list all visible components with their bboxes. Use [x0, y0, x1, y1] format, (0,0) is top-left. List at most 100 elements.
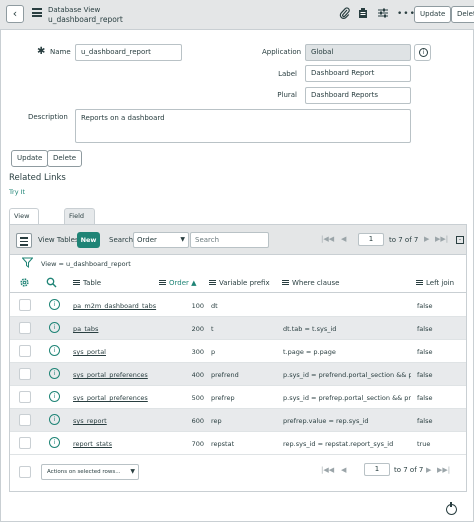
- table-cell-where: rep.sys_id = repstat.report_sys_id: [283, 440, 394, 448]
- form-header: ‹ Database View u_dashboard_report ••• U…: [0, 0, 474, 30]
- first-page-icon[interactable]: |◀◀: [321, 466, 334, 474]
- last-page-icon[interactable]: ▶▶|: [437, 466, 450, 474]
- table-row[interactable]: i sys_report 600 rep prefrep.value = rep…: [10, 409, 466, 432]
- application-info-button[interactable]: i: [414, 44, 431, 61]
- record-name: u_dashboard_report: [48, 15, 123, 24]
- column-menu-icon: [73, 279, 80, 287]
- column-header-row: Table Order ▲ Variable prefix Where clau…: [10, 273, 466, 293]
- tab-field-labels[interactable]: Field Labels (1): [64, 208, 95, 250]
- collapse-icon[interactable]: -: [456, 236, 464, 244]
- next-page-icon[interactable]: ▶: [424, 235, 429, 243]
- header-update-button[interactable]: Update: [414, 6, 452, 23]
- personalize-icon[interactable]: [377, 7, 389, 23]
- search-field-select[interactable]: Order ▼: [133, 232, 189, 248]
- activity-stream-icon[interactable]: [358, 7, 369, 23]
- paperclip-icon[interactable]: [339, 7, 350, 23]
- preview-info-icon[interactable]: i: [49, 299, 60, 310]
- list-menu-button[interactable]: [16, 233, 32, 248]
- breadcrumb[interactable]: View = u_dashboard_report: [41, 260, 131, 268]
- column-menu-icon: [209, 279, 216, 287]
- column-where-clause-label: Where clause: [292, 279, 340, 287]
- last-page-icon[interactable]: ▶▶|: [435, 235, 448, 243]
- table-cell-prefix: t: [211, 325, 214, 333]
- table-cell-prefix: dt: [211, 302, 218, 310]
- search-field-value: Order: [137, 236, 157, 244]
- personalize-columns-gear-icon[interactable]: [19, 277, 30, 290]
- table-row[interactable]: i report_stats 700 repstat rep.sys_id = …: [10, 432, 466, 455]
- header-delete-button[interactable]: Delete: [451, 6, 474, 23]
- first-page-icon[interactable]: |◀◀: [321, 235, 334, 243]
- back-button[interactable]: ‹: [6, 5, 24, 23]
- row-checkbox[interactable]: [19, 391, 31, 403]
- row-checkbox[interactable]: [19, 299, 31, 311]
- row-checkbox[interactable]: [19, 414, 31, 426]
- column-table[interactable]: Table: [73, 279, 101, 287]
- name-field[interactable]: u_dashboard_report: [75, 44, 182, 61]
- page-input[interactable]: 1: [358, 233, 384, 246]
- table-row[interactable]: i pa_m2m_dashboard_tabs 100 dt false: [10, 294, 466, 317]
- chevron-down-icon: ▼: [180, 236, 185, 243]
- table-cell-left-join: false: [417, 348, 433, 356]
- column-variable-prefix-label: Variable prefix: [219, 279, 270, 287]
- plural-label: Plural: [277, 91, 297, 99]
- preview-info-icon[interactable]: i: [49, 414, 60, 425]
- response-time-icon[interactable]: [446, 502, 457, 515]
- footer-page-range-text: to 7 of 7: [394, 466, 424, 474]
- chevron-left-icon: ‹: [12, 7, 18, 20]
- try-it-link[interactable]: Try It: [9, 188, 25, 196]
- new-button[interactable]: New: [77, 232, 100, 248]
- related-links-title: Related Links: [9, 173, 66, 183]
- preview-info-icon[interactable]: i: [49, 345, 60, 356]
- table-cell-prefix: rep: [211, 417, 222, 425]
- footer-page-input[interactable]: 1: [364, 463, 390, 476]
- update-button[interactable]: Update: [11, 150, 49, 167]
- view-tables-list: View Tables New Search Order ▼ Search |◀◀…: [9, 224, 467, 492]
- preview-info-icon[interactable]: i: [49, 437, 60, 448]
- table-cell-order: 500: [191, 394, 204, 402]
- column-variable-prefix[interactable]: Variable prefix: [209, 279, 270, 287]
- preview-info-icon[interactable]: i: [49, 322, 60, 333]
- plural-field[interactable]: Dashboard Reports: [305, 87, 411, 104]
- table-cell-prefix: prefrep: [211, 394, 235, 402]
- select-all-checkbox[interactable]: [19, 466, 31, 478]
- table-cell-order: 400: [191, 371, 204, 379]
- filter-icon[interactable]: [21, 257, 34, 270]
- row-checkbox[interactable]: [19, 437, 31, 449]
- column-left-join[interactable]: Left join: [416, 279, 454, 287]
- description-field[interactable]: Reports on a dashboard: [75, 109, 411, 143]
- previous-page-icon[interactable]: ◀: [341, 466, 346, 474]
- table-cell-prefix: p: [211, 348, 216, 356]
- delete-button[interactable]: Delete: [47, 150, 82, 167]
- search-input[interactable]: Search: [190, 232, 269, 248]
- next-page-icon[interactable]: ▶: [426, 466, 431, 474]
- label-field[interactable]: Dashboard Report: [305, 65, 411, 82]
- column-menu-icon: [159, 279, 166, 287]
- preview-info-icon[interactable]: i: [49, 391, 60, 402]
- preview-info-icon[interactable]: i: [49, 368, 60, 379]
- search-icon[interactable]: [46, 277, 57, 290]
- list-footer: Actions on selected rows... ▼ |◀◀ ◀ 1 to …: [10, 461, 466, 489]
- table-row[interactable]: i sys_portal_preferences 500 prefrep p.s…: [10, 386, 466, 409]
- actions-select[interactable]: Actions on selected rows... ▼: [41, 464, 139, 480]
- table-row[interactable]: i sys_portal_preferences 400 prefrend p.…: [10, 363, 466, 386]
- header-title: Database View u_dashboard_report: [48, 5, 123, 25]
- column-where-clause[interactable]: Where clause: [282, 279, 339, 287]
- previous-page-icon[interactable]: ◀: [341, 235, 346, 243]
- table-row[interactable]: i sys_portal 300 p t.page = p.page false: [10, 340, 466, 363]
- actions-label: Actions on selected rows...: [47, 469, 121, 475]
- tab-view-tables[interactable]: View Tables (7): [9, 208, 40, 250]
- table-cell-where: t.page = p.page: [283, 348, 336, 356]
- table-cell-left-join: true: [417, 440, 431, 448]
- table-row[interactable]: i pa_tabs 200 t dt.tab = t.sys_id false: [10, 317, 466, 340]
- column-order[interactable]: Order ▲: [159, 279, 197, 287]
- application-field: Global: [305, 44, 411, 61]
- row-checkbox[interactable]: [19, 345, 31, 357]
- row-checkbox[interactable]: [19, 368, 31, 380]
- table-cell-prefix: prefrend: [211, 371, 239, 379]
- column-order-label: Order: [169, 279, 189, 287]
- table-cell-order: 200: [191, 325, 204, 333]
- row-checkbox[interactable]: [19, 322, 31, 334]
- list-title: View Tables: [38, 236, 79, 244]
- list-header: View Tables New Search Order ▼ Search |◀◀…: [10, 225, 466, 255]
- form-menu-icon[interactable]: [32, 8, 42, 17]
